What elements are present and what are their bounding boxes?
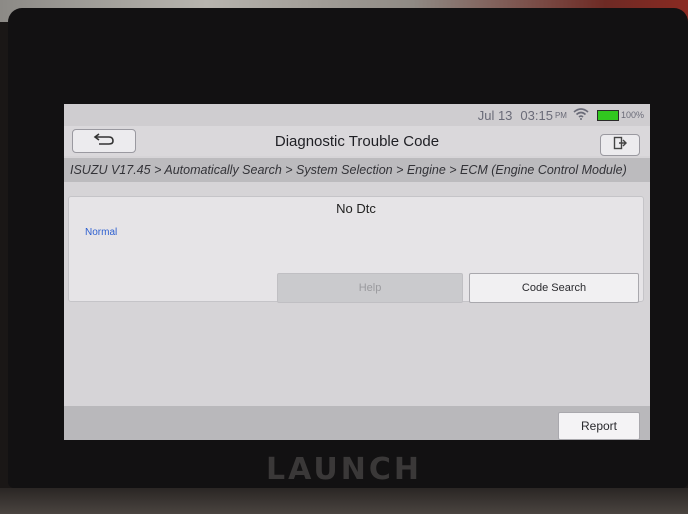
dtc-heading: No Dtc bbox=[336, 201, 376, 216]
device-bottom-edge bbox=[0, 488, 688, 514]
bottom-action-bar: Report bbox=[64, 406, 650, 440]
wifi-icon bbox=[573, 107, 589, 123]
report-button[interactable]: Report bbox=[558, 412, 640, 440]
breadcrumb: ISUZU V17.45 > Automatically Search > Sy… bbox=[64, 158, 650, 182]
status-bar: Jul 13 03:15 PM 100% bbox=[64, 104, 650, 126]
title-bar: Diagnostic Trouble Code bbox=[64, 126, 650, 156]
status-time: 03:15 bbox=[520, 107, 553, 123]
battery-icon bbox=[596, 109, 619, 121]
page-title: Diagnostic Trouble Code bbox=[274, 132, 440, 150]
back-arrow-icon bbox=[93, 132, 115, 151]
code-search-button[interactable]: Code Search bbox=[469, 273, 639, 303]
device-brand-logo: LAUNCH bbox=[265, 452, 422, 487]
exit-button[interactable] bbox=[600, 134, 640, 156]
status-date: Jul 13 bbox=[477, 107, 513, 123]
status-ampm: PM bbox=[554, 110, 567, 120]
back-button[interactable] bbox=[72, 129, 136, 153]
battery-indicator: 100% bbox=[596, 109, 644, 121]
exit-icon bbox=[613, 136, 627, 155]
dtc-result-panel: No Dtc Normal Help Code Search bbox=[68, 196, 644, 303]
help-button[interactable]: Help bbox=[277, 273, 463, 303]
system-status-text: Normal bbox=[85, 227, 118, 238]
battery-percent: 100% bbox=[620, 110, 644, 120]
device-screen: Jul 13 03:15 PM 100% Diagnostic Trouble … bbox=[64, 104, 650, 440]
